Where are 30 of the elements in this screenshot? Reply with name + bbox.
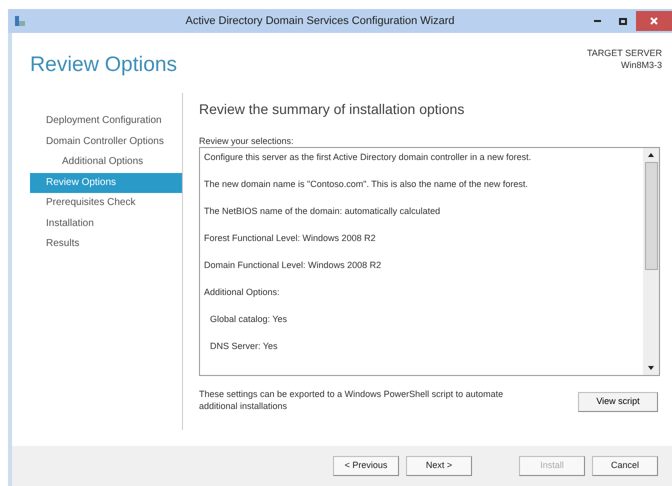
nav-item[interactable]: Domain Controller Options	[30, 132, 182, 152]
list-label: Review your selections:	[199, 135, 295, 147]
section-heading: Review the summary of installation options	[199, 100, 466, 119]
summary-line: Configure this server as the first Active Directory domain controller in a new forest.	[204, 151, 532, 164]
window-title: Active Directory Domain Services Configuration Wizard	[184, 14, 456, 29]
target-server-name: Win8M3-3	[620, 59, 662, 71]
wizard-button[interactable]: Cancel	[592, 456, 658, 476]
view-script-button[interactable]: View script	[578, 392, 658, 412]
wizard-button[interactable]: Next >	[406, 456, 472, 476]
summary-line: Domain Functional Level: Windows 2008 R2	[204, 259, 382, 272]
scroll-thumb[interactable]	[644, 162, 658, 270]
close-button[interactable]	[636, 11, 672, 31]
nav-item[interactable]: Results	[30, 234, 182, 254]
close-icon	[650, 17, 658, 25]
export-note: These settings can be exported to a Windows PowerShell script to automate additional installations	[199, 388, 504, 412]
summary-line: Additional Options:	[204, 286, 281, 299]
scrollbar[interactable]	[643, 148, 659, 375]
nav-item[interactable]: Installation	[30, 214, 182, 234]
summary-line: The new domain name is "Contoso.com". This is also the name of the new forest.	[204, 178, 529, 191]
nav-item[interactable]: Deployment Configuration	[30, 111, 182, 132]
summary-line: The NetBIOS name of the domain: automatically calculated	[204, 205, 442, 218]
nav-item[interactable]: Prerequisites Check	[30, 193, 182, 214]
wizard-button[interactable]: < Previous	[333, 456, 399, 476]
summary-line: DNS Server: Yes	[209, 340, 279, 353]
summary-line: Forest Functional Level: Windows 2008 R2	[204, 232, 377, 245]
nav-item[interactable]: Additional Options	[30, 152, 182, 172]
page-title: Review Options	[30, 52, 178, 78]
summary-line: Global catalog: Yes	[209, 313, 288, 326]
target-server-label: TARGET SERVER	[586, 47, 662, 59]
server-icon	[14, 15, 26, 27]
